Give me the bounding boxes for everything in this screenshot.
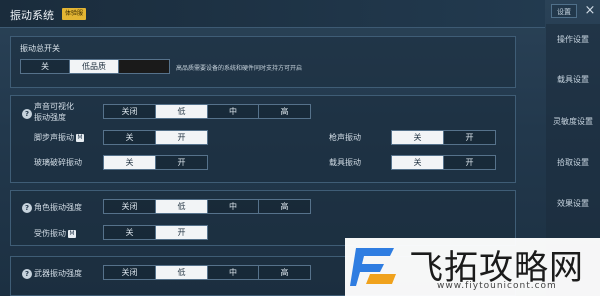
footstep-vibration-toggle: 关 开 — [103, 130, 208, 145]
master-switch-title: 振动总开关 — [20, 44, 60, 53]
nav-item-effects[interactable]: 效果设置 — [546, 198, 600, 209]
master-option-off[interactable]: 关 — [21, 60, 70, 73]
gunshot-option-on[interactable]: 开 — [444, 131, 495, 144]
gunshot-option-off[interactable]: 关 — [392, 131, 444, 144]
glass-break-vibration-toggle: 关 开 — [103, 155, 208, 170]
sound-vibration-title-line2: 振动强度 — [34, 113, 66, 122]
vehicle-vibration-label: 载具振动 — [329, 158, 361, 167]
nav-item-controls[interactable]: 操作设置 — [546, 34, 600, 45]
nav-item-vehicle[interactable]: 载具设置 — [546, 74, 600, 85]
close-icon[interactable]: × — [582, 2, 598, 20]
sound-intensity-selector: 关闭 低 中 高 — [103, 104, 311, 119]
hurt-vibration-label: 受伤振动 M — [34, 229, 76, 238]
glass-option-on[interactable]: 开 — [156, 156, 207, 169]
master-option-low[interactable]: 低品质 — [70, 60, 119, 73]
master-switch-hint: 高品质需要设备的系统和硬件同时支持方可开启 — [176, 65, 303, 72]
help-icon[interactable]: ? — [22, 109, 32, 119]
gunshot-vibration-label: 枪声振动 — [329, 133, 361, 142]
character-option-high[interactable]: 高 — [259, 200, 310, 213]
hurt-option-off[interactable]: 关 — [104, 226, 156, 239]
weapon-option-medium[interactable]: 中 — [208, 266, 259, 279]
vehicle-vibration-toggle: 关 开 — [391, 155, 496, 170]
character-intensity-selector: 关闭 低 中 高 — [103, 199, 311, 214]
footstep-option-on[interactable]: 开 — [156, 131, 207, 144]
sound-vibration-title-line1: 声音可视化 — [34, 102, 74, 111]
sound-option-high[interactable]: 高 — [259, 105, 310, 118]
glass-break-vibration-label: 玻璃破碎振动 — [34, 158, 82, 167]
help-icon[interactable]: ? — [22, 203, 32, 213]
sound-option-medium[interactable]: 中 — [208, 105, 259, 118]
settings-back-button[interactable]: 设置 — [551, 4, 577, 18]
character-option-medium[interactable]: 中 — [208, 200, 259, 213]
site-logo-icon — [350, 248, 396, 286]
weapon-option-high[interactable]: 高 — [259, 266, 310, 279]
server-badge: 体验服 — [62, 8, 87, 20]
hurt-option-on[interactable]: 开 — [156, 226, 207, 239]
footstep-vibration-label: 脚步声振动 M — [34, 133, 84, 142]
site-watermark: 飞拓攻略网 www.fiytounicont.com — [345, 238, 600, 296]
sound-option-low[interactable]: 低 — [156, 105, 208, 118]
footstep-option-off[interactable]: 关 — [104, 131, 156, 144]
master-switch-selector: 关 低品质 — [20, 59, 170, 74]
master-option-high[interactable] — [119, 60, 169, 73]
weapon-intensity-selector: 关闭 低 中 高 — [103, 265, 311, 280]
weapon-option-low[interactable]: 低 — [156, 266, 208, 279]
character-option-off[interactable]: 关闭 — [104, 200, 156, 213]
vip-icon: M — [68, 230, 76, 238]
character-option-low[interactable]: 低 — [156, 200, 208, 213]
hurt-vibration-toggle: 关 开 — [103, 225, 208, 240]
page-title: 振动系统 — [10, 9, 54, 22]
weapon-vibration-title: 武器振动强度 — [34, 269, 82, 278]
vehicle-option-off[interactable]: 关 — [392, 156, 444, 169]
sound-option-off[interactable]: 关闭 — [104, 105, 156, 118]
weapon-option-off[interactable]: 关闭 — [104, 266, 156, 279]
vehicle-option-on[interactable]: 开 — [444, 156, 495, 169]
help-icon[interactable]: ? — [22, 269, 32, 279]
watermark-url: www.fiytounicont.com — [437, 281, 557, 291]
vip-icon: M — [76, 134, 84, 142]
nav-item-pickup[interactable]: 拾取设置 — [546, 157, 600, 168]
nav-item-sensitivity[interactable]: 灵敏度设置 — [546, 116, 600, 127]
gunshot-vibration-toggle: 关 开 — [391, 130, 496, 145]
character-vibration-title: 角色振动强度 — [34, 203, 82, 212]
glass-option-off[interactable]: 关 — [104, 156, 156, 169]
header-bar: 振动系统 体验服 — [0, 0, 545, 28]
